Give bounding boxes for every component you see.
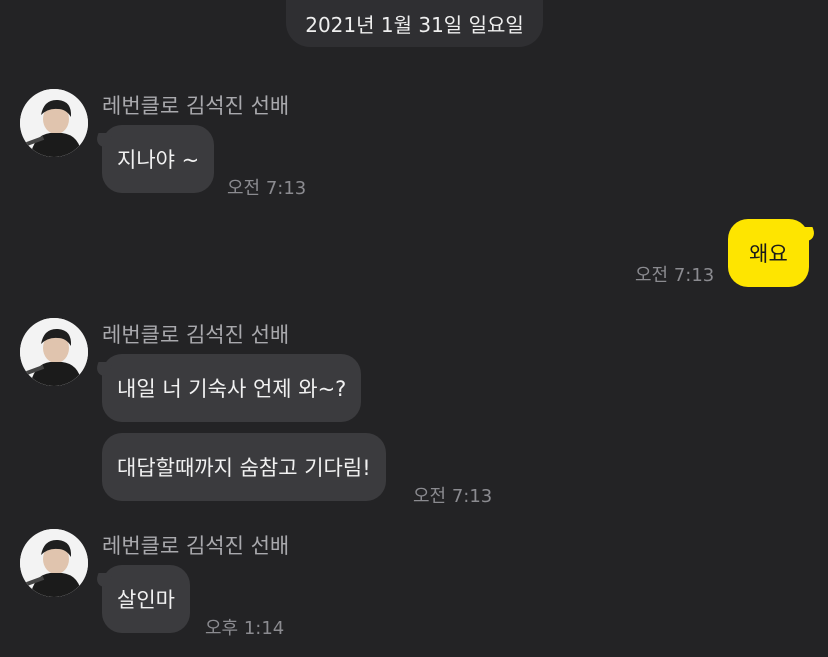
sender-avatar[interactable]: [20, 318, 88, 386]
message-bubble-incoming[interactable]: 살인마: [102, 565, 190, 633]
sender-avatar[interactable]: [20, 529, 88, 597]
message-bubble-incoming[interactable]: 대답할때까지 숨참고 기다림!: [102, 433, 386, 501]
message-bubble-incoming[interactable]: 내일 너 기숙사 언제 와~?: [102, 354, 362, 422]
message-bubble-incoming[interactable]: 지나야 ~: [102, 125, 215, 193]
sender-name: 레번클로 김석진 선배: [102, 94, 290, 118]
message-time: 오전 7:13: [413, 486, 493, 507]
sender-avatar[interactable]: [20, 89, 88, 157]
date-divider: 2021년 1월 31일 일요일: [286, 0, 543, 47]
chat-screen: 2021년 1월 31일 일요일 레번클로 김석진 선배 지나야 ~ 오전 7:…: [0, 0, 828, 657]
sender-name: 레번클로 김석진 선배: [102, 534, 290, 558]
message-time: 오전 7:13: [635, 265, 715, 286]
message-time: 오후 1:14: [205, 618, 285, 639]
message-bubble-outgoing[interactable]: 왜요: [728, 219, 809, 287]
message-time: 오전 7:13: [227, 178, 307, 199]
sender-name: 레번클로 김석진 선배: [102, 323, 290, 347]
